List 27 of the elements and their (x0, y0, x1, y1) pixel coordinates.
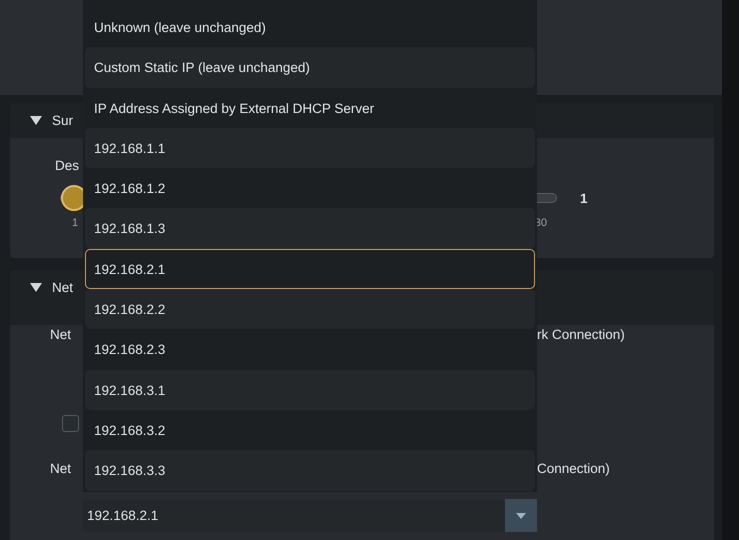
menu-option[interactable]: IP Address Assigned by External DHCP Server (85, 88, 535, 128)
menu-option[interactable]: 192.168.2.3 (85, 329, 535, 370)
dropdown-field[interactable]: 192.168.2.1 (83, 499, 537, 532)
field-label: Net (50, 326, 72, 344)
menu-option[interactable]: 192.168.3.3 (85, 450, 535, 491)
menu-option[interactable]: 192.168.3.2 (85, 410, 535, 450)
dropdown-button[interactable] (505, 499, 537, 532)
menu-option[interactable]: 192.168.1.1 (85, 128, 535, 168)
checkbox[interactable] (62, 415, 79, 432)
field-label: Des (55, 158, 80, 173)
field-value: Connection) (537, 460, 610, 478)
section-title: Net (52, 280, 74, 295)
menu-option[interactable]: 192.168.1.2 (85, 168, 535, 208)
expand-icon[interactable] (30, 116, 42, 125)
menu-option[interactable]: 192.168.1.3 (85, 208, 535, 249)
menu-option[interactable]: 192.168.3.1 (85, 370, 535, 410)
slider-reading: 1 (580, 190, 588, 206)
field-label: Net (50, 460, 72, 478)
menu-option[interactable]: 192.168.2.1 (85, 248, 535, 290)
caret-icon (516, 512, 526, 518)
field-value: rk Connection) (537, 326, 625, 344)
menu-option[interactable]: Unknown (leave unchanged) (85, 7, 535, 48)
menu-option[interactable]: Custom Static IP (leave unchanged) (85, 47, 535, 88)
tick-label: 1 (72, 217, 78, 229)
section-title: Sur (52, 113, 74, 128)
menu-option[interactable]: 192.168.2.2 (85, 289, 535, 330)
expand-icon[interactable] (30, 283, 42, 292)
